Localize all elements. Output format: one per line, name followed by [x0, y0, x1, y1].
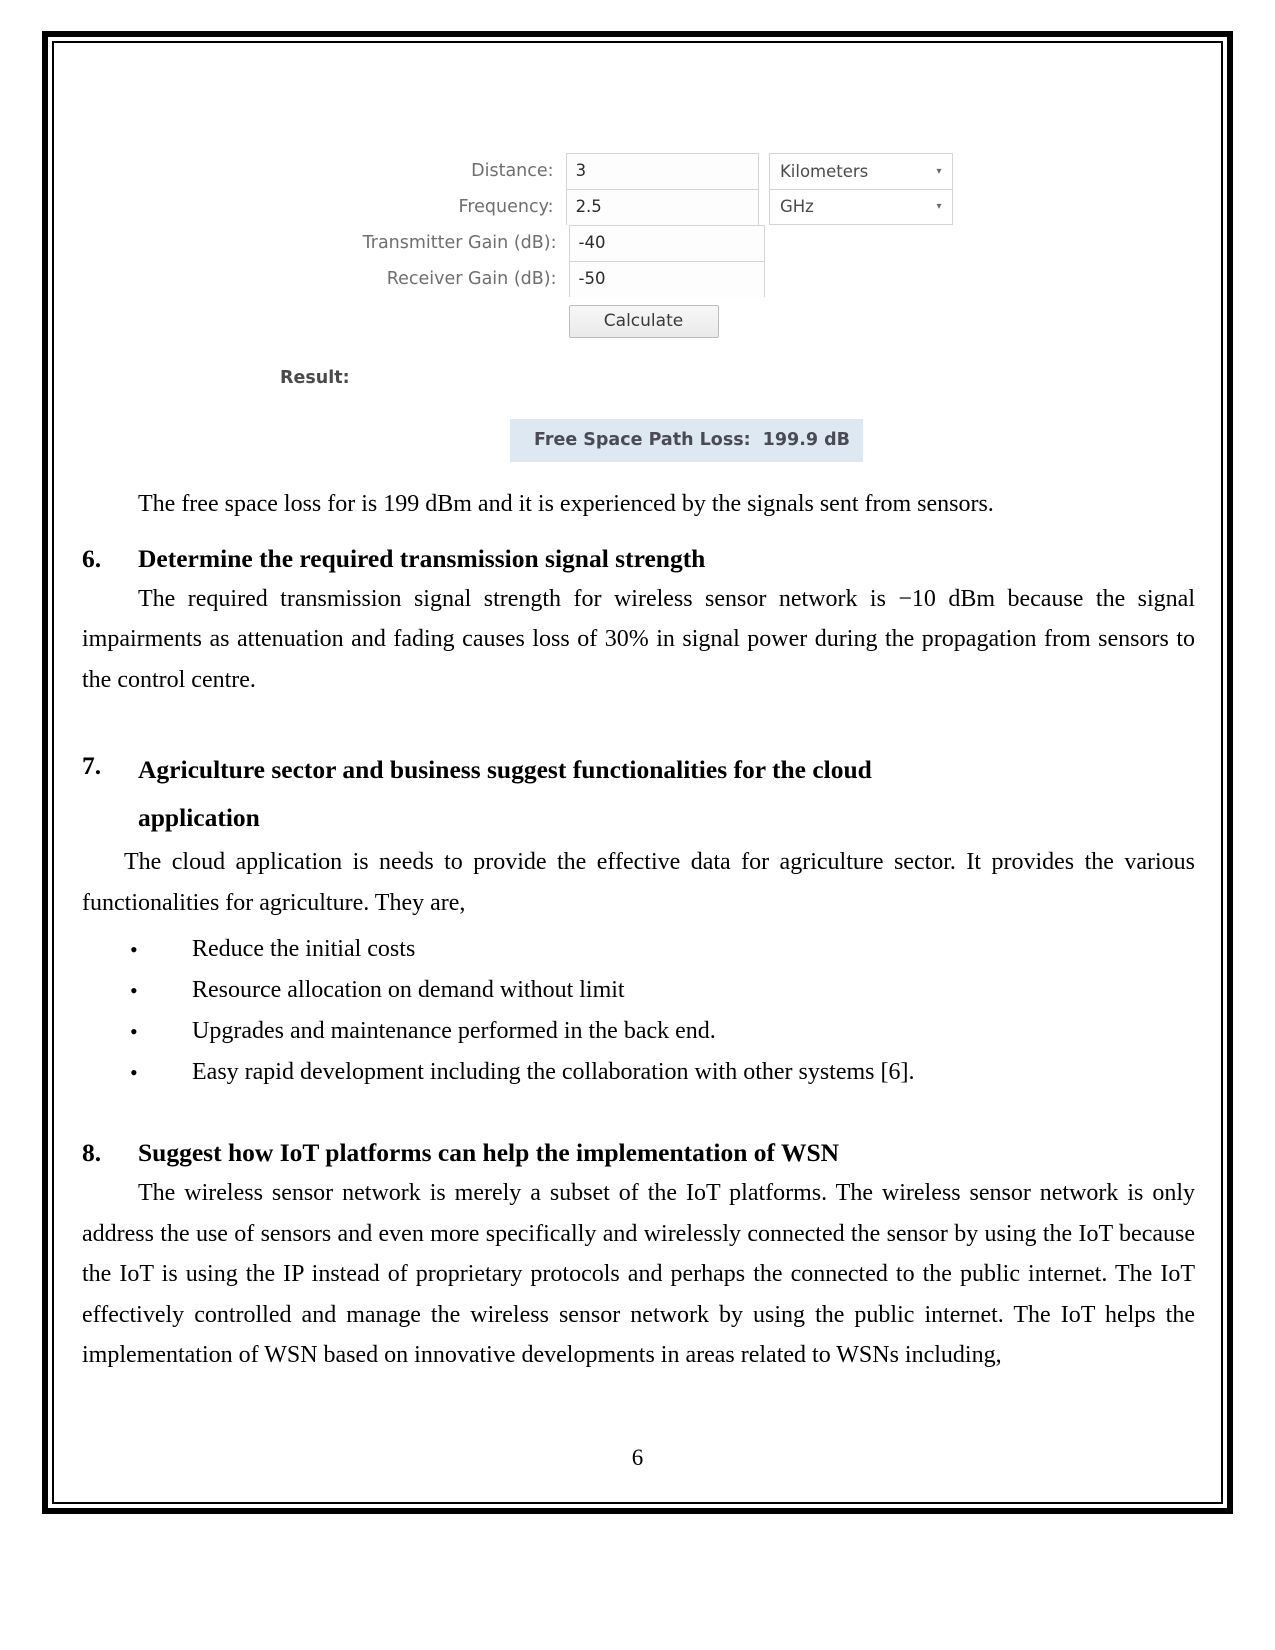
- page-number: 6: [631, 1445, 644, 1470]
- result-banner: Free Space Path Loss: 199.9 dB: [510, 419, 863, 462]
- frequency-label: Frequency:: [458, 197, 554, 217]
- section-6-paragraph: The required transmission signal strengt…: [82, 585, 1195, 693]
- section-8-number: 8.: [82, 1138, 102, 1167]
- calculator-form: Distance: 3 Kilometers ▾ Frequency: 2.5 …: [359, 153, 953, 338]
- calculator-row-transmitter-gain: Transmitter Gain (dB): -40: [359, 225, 953, 261]
- distance-unit-select[interactable]: Kilometers ▾: [768, 153, 953, 189]
- calculate-button-row: Calculate: [359, 305, 953, 338]
- bullet-icon: •: [130, 1019, 138, 1044]
- section-7-paragraph: The cloud application is needs to provid…: [82, 849, 1195, 916]
- bullet-icon: •: [130, 1060, 138, 1085]
- list-item-text: Resource allocation on demand without li…: [192, 977, 625, 1003]
- bullet-icon: •: [130, 937, 138, 962]
- list-item: • Reduce the initial costs: [82, 929, 1195, 970]
- list-item-text: Reduce the initial costs: [192, 936, 416, 962]
- distance-input[interactable]: 3: [565, 153, 759, 189]
- calculator-row-receiver-gain: Receiver Gain (dB): -50: [359, 261, 953, 297]
- section-7-heading: 7. Agriculture sector and business sugge…: [82, 746, 1195, 842]
- section-7-title-line1: Agriculture sector and business suggest …: [138, 755, 872, 784]
- section-7-number: 7.: [82, 751, 102, 780]
- section-6-heading: 6. Determine the required transmission s…: [82, 539, 1195, 579]
- receiver-gain-label: Receiver Gain (dB):: [386, 269, 557, 289]
- list-item: • Easy rapid development including the c…: [82, 1052, 1195, 1093]
- transmitter-gain-label: Transmitter Gain (dB):: [362, 233, 557, 253]
- section-6-title: Determine the required transmission sign…: [138, 543, 706, 573]
- document-body: The free space loss for is 199 dBm and i…: [60, 484, 1215, 1376]
- calculator-row-frequency: Frequency: 2.5 GHz ▾: [359, 189, 953, 225]
- fspl-calculator-figure: Distance: 3 Kilometers ▾ Frequency: 2.5 …: [60, 49, 1215, 462]
- receiver-gain-input[interactable]: -50: [568, 261, 765, 297]
- section-8-title: Suggest how IoT platforms can help the i…: [138, 1138, 840, 1167]
- list-item: • Upgrades and maintenance performed in …: [82, 1011, 1195, 1052]
- result-banner-label: Free Space Path Loss:: [534, 430, 751, 450]
- transmitter-gain-input[interactable]: -40: [568, 225, 765, 261]
- calculate-button[interactable]: Calculate: [568, 305, 719, 338]
- section-7-title-line2: application: [138, 803, 260, 832]
- functionality-list: • Reduce the initial costs • Resource al…: [82, 929, 1195, 1093]
- result-banner-value: 199.9 dB: [762, 430, 850, 450]
- frequency-input[interactable]: 2.5: [565, 189, 759, 225]
- section-8-heading: 8. Suggest how IoT platforms can help th…: [82, 1133, 1195, 1173]
- frequency-unit-label: GHz: [779, 197, 814, 216]
- list-item-text: Upgrades and maintenance performed in th…: [192, 1018, 716, 1044]
- chevron-down-icon: ▾: [936, 165, 942, 177]
- bullet-icon: •: [130, 978, 138, 1003]
- chevron-down-icon: ▾: [936, 201, 942, 212]
- list-item: • Resource allocation on demand without …: [82, 970, 1195, 1011]
- section-8-paragraph: The wireless sensor network is merely a …: [82, 1180, 1195, 1368]
- calculator-row-distance: Distance: 3 Kilometers ▾: [359, 153, 953, 189]
- intro-paragraph: The free space loss for is 199 dBm and i…: [138, 491, 994, 517]
- distance-label: Distance:: [471, 161, 554, 181]
- distance-unit-label: Kilometers: [779, 161, 869, 181]
- section-6-number: 6.: [82, 543, 102, 573]
- frequency-unit-select[interactable]: GHz ▾: [768, 189, 953, 225]
- section-7-title: Agriculture sector and business suggest …: [138, 746, 1195, 842]
- result-heading: Result:: [280, 368, 350, 388]
- page-content: Distance: 3 Kilometers ▾ Frequency: 2.5 …: [60, 49, 1215, 1496]
- list-item-text: Easy rapid development including the col…: [192, 1059, 915, 1085]
